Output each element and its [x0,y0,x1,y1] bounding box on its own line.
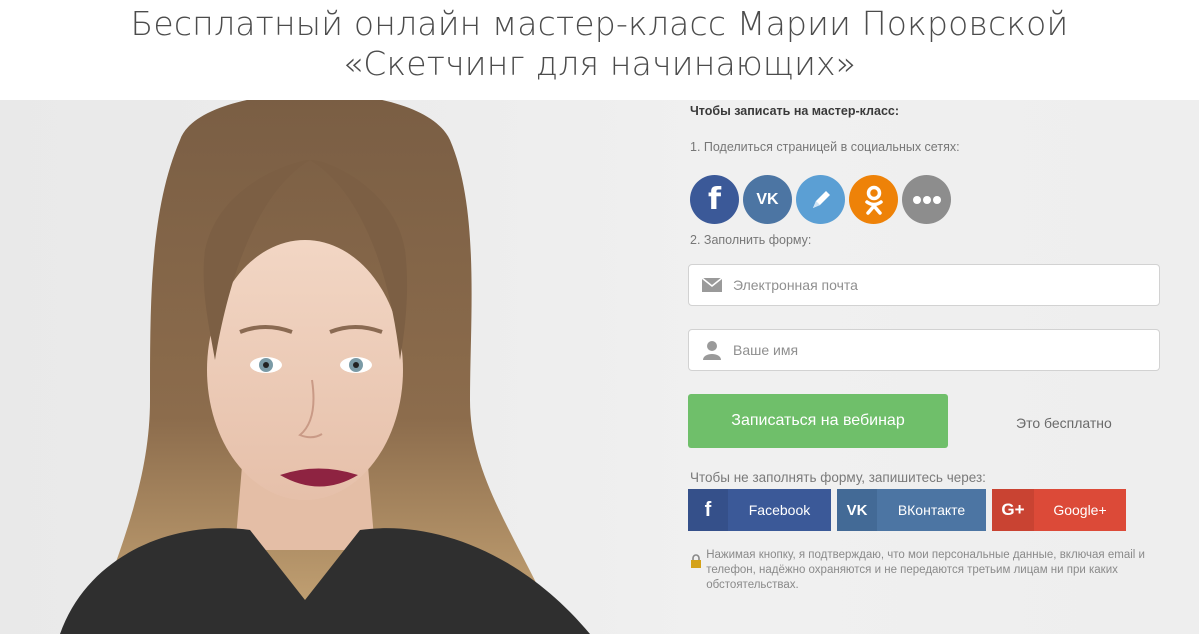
google-plus-icon: G+ [992,489,1034,531]
form-heading: Чтобы записать на мастер-класс: [690,104,900,118]
step-form-label: 2. Заполнить форму: [690,233,812,247]
vk-icon: VK [756,190,779,208]
google-login-label: Google+ [1053,502,1107,518]
page-header: Бесплатный онлайн мастер-класс Марии Пок… [0,0,1199,100]
presenter-photo [60,100,590,634]
page-title-line-2: «Скетчинг для начинающих» [342,44,857,83]
odnoklassniki-icon [864,185,883,215]
lock-icon [688,548,706,593]
email-input[interactable] [733,277,1133,293]
facebook-login-label: Facebook [748,502,811,518]
vk-share-button[interactable]: VK [743,175,792,224]
register-webinar-button[interactable]: Записаться на вебинар [688,394,948,448]
facebook-icon: f [707,182,722,217]
page-title-line-1: Бесплатный онлайн мастер-класс Марии Пок… [130,4,1069,43]
name-input[interactable] [733,342,1133,358]
more-icon [912,195,941,204]
free-note: Это бесплатно [1016,415,1112,431]
alt-signup-label: Чтобы не заполнять форму, запишитесь чер… [690,470,986,485]
envelope-icon [701,274,723,296]
facebook-login-button[interactable]: f Facebook [688,489,831,531]
livejournal-icon [812,190,830,208]
privacy-text: Нажимая кнопку, я подтверждаю, что мои п… [706,549,1145,591]
odnoklassniki-share-button[interactable] [849,175,898,224]
name-field[interactable] [688,329,1160,371]
google-login-button[interactable]: G+ Google+ [992,489,1126,531]
facebook-icon: f [688,489,728,531]
step-share-label: 1. Поделиться страницей в социальных сет… [690,140,960,154]
hero-section: Чтобы записать на мастер-класс: 1. Подел… [0,100,1199,634]
share-buttons: f VK [690,175,951,225]
vk-icon: VK [837,489,877,531]
vk-login-label: ВКонтакте [897,502,966,518]
email-field[interactable] [688,264,1160,306]
user-icon [701,339,723,361]
vk-login-button[interactable]: VK ВКонтакте [837,489,986,531]
privacy-note: Нажимая кнопку, я подтверждаю, что мои п… [688,548,1158,593]
more-share-button[interactable] [902,175,951,224]
signup-form: Чтобы записать на мастер-класс: 1. Подел… [688,100,1168,634]
facebook-share-button[interactable]: f [690,175,739,224]
livejournal-share-button[interactable] [796,175,845,224]
